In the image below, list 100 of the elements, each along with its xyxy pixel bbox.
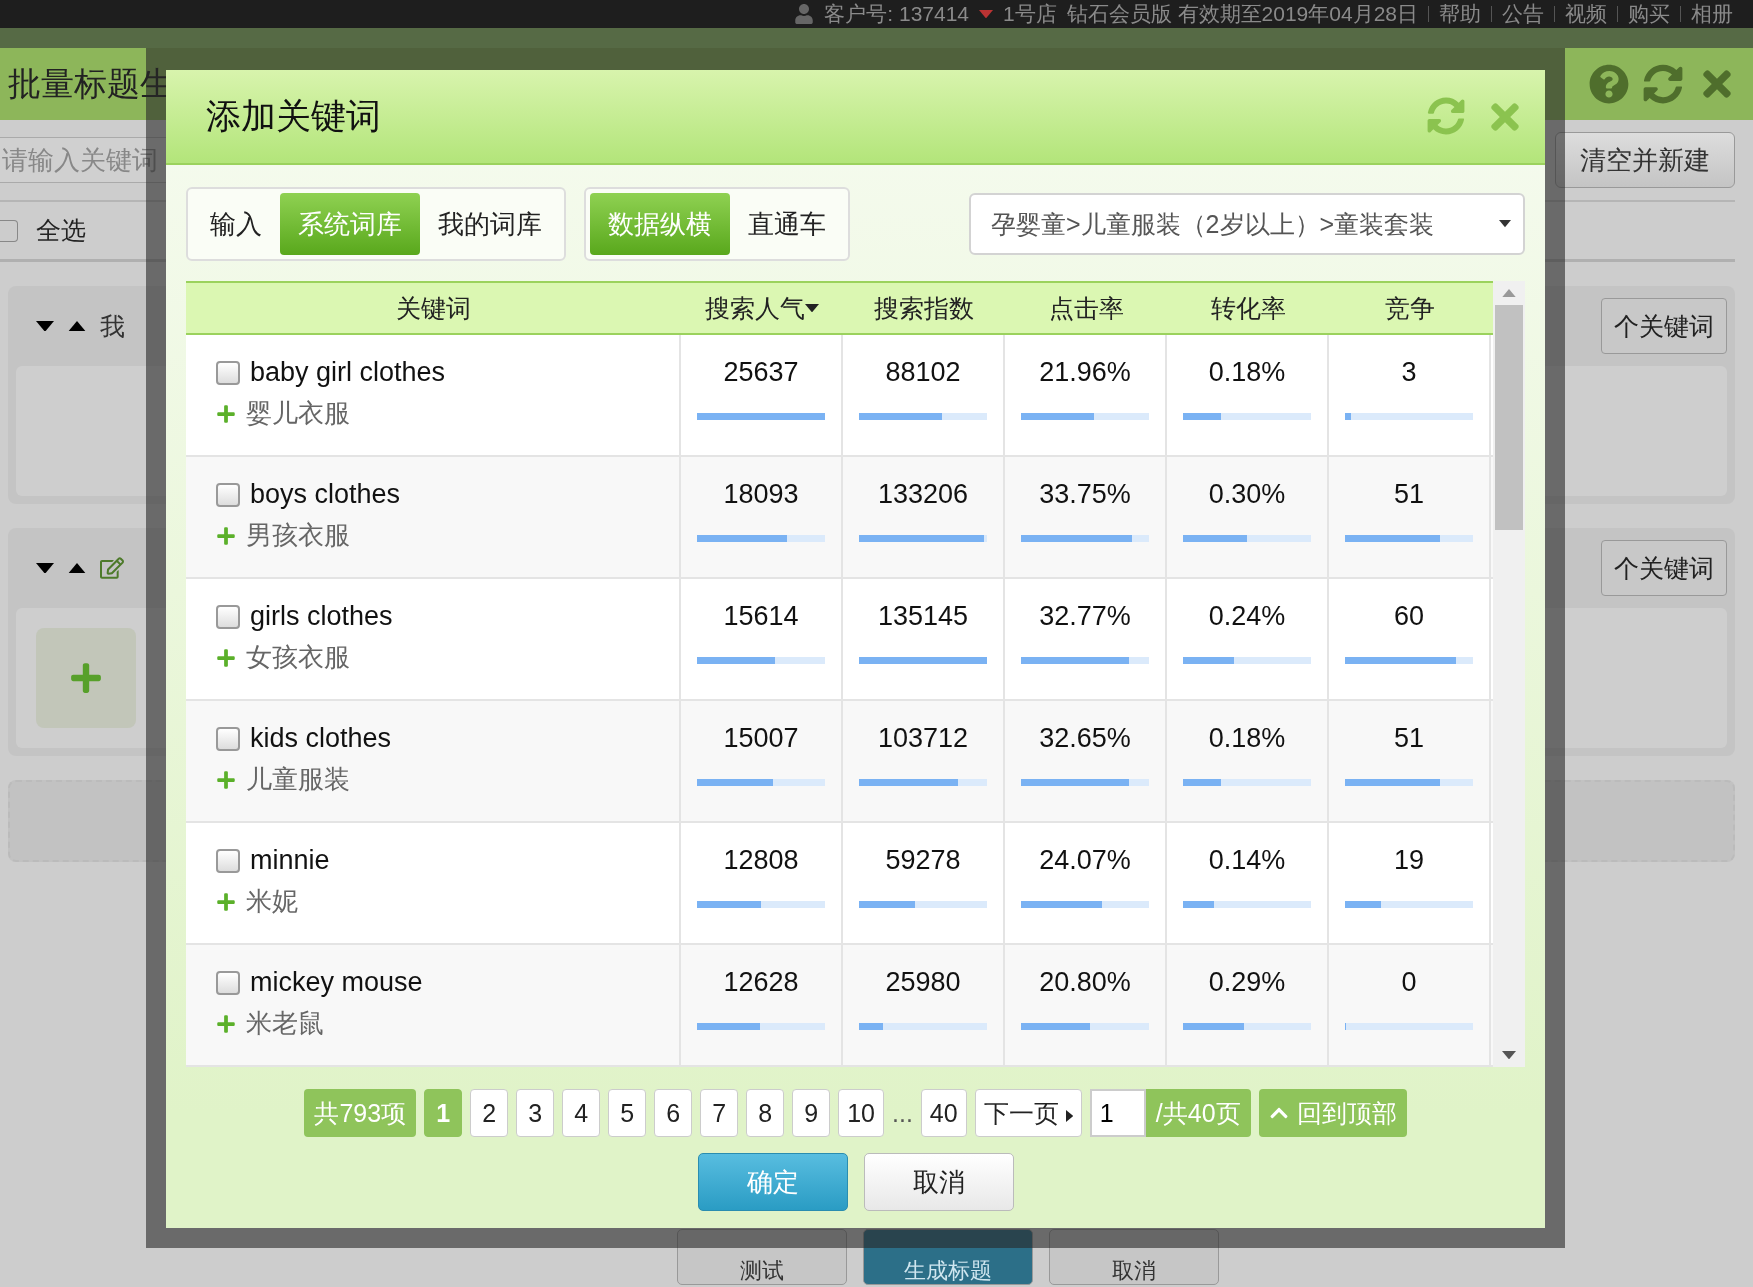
page-button[interactable]: 10 xyxy=(838,1089,884,1137)
source-tab[interactable]: 我的词库 xyxy=(420,193,560,255)
caret-down-icon[interactable] xyxy=(36,320,54,332)
metric-value: 0.14% xyxy=(1208,845,1286,877)
cancel-button[interactable]: 取消 xyxy=(863,1153,1014,1211)
page-count: /共40页 xyxy=(1145,1089,1251,1137)
metric-value: 0.18% xyxy=(1208,357,1286,389)
column-header[interactable]: 点击率 xyxy=(1005,291,1167,325)
page-button[interactable]: 8 xyxy=(746,1089,785,1137)
source-tab[interactable]: 输入 xyxy=(192,193,280,255)
row-checkbox[interactable] xyxy=(216,604,240,629)
data-tab[interactable]: 直通车 xyxy=(730,193,844,255)
keyword-text: kids clothes xyxy=(250,723,392,754)
scrollbar[interactable] xyxy=(1493,281,1525,1067)
metric-value: 88102 xyxy=(885,357,961,389)
metric-value: 25980 xyxy=(885,967,961,999)
keyword-text: boys clothes xyxy=(250,479,401,510)
row-checkbox[interactable] xyxy=(216,726,240,751)
help-icon[interactable] xyxy=(1589,64,1629,104)
metric-value: 51 xyxy=(1393,723,1424,755)
row-checkbox[interactable] xyxy=(216,482,240,507)
select-all-checkbox[interactable] xyxy=(0,219,18,242)
add-icon[interactable] xyxy=(216,1013,236,1034)
column-header[interactable]: 搜索人气 xyxy=(681,291,843,325)
refresh-icon[interactable] xyxy=(1643,64,1683,104)
page-button[interactable]: 3 xyxy=(516,1089,555,1137)
metric-value: 0.18% xyxy=(1208,723,1286,755)
scroll-up-icon[interactable] xyxy=(1502,289,1516,298)
edition-text: 钻石会员版 有效期至2019年04月28日 xyxy=(1066,1,1418,27)
metric-value: 133206 xyxy=(877,479,969,511)
metric-value: 12628 xyxy=(723,967,799,999)
page-button[interactable]: 2 xyxy=(470,1089,509,1137)
metric-value: 0.24% xyxy=(1208,601,1286,633)
column-header[interactable]: 关键词 xyxy=(186,291,681,325)
translation-text: 婴儿衣服 xyxy=(246,397,350,430)
translation-text: 男孩衣服 xyxy=(246,519,350,552)
keyword-count-button[interactable]: 个关键词 xyxy=(1601,298,1727,354)
add-tile[interactable] xyxy=(36,628,136,728)
row-checkbox[interactable] xyxy=(216,848,240,873)
top-link[interactable]: 相册 xyxy=(1691,1,1733,27)
add-icon[interactable] xyxy=(216,525,236,546)
page-button[interactable]: 6 xyxy=(654,1089,693,1137)
page-button[interactable]: 4 xyxy=(562,1089,601,1137)
caret-down-icon[interactable] xyxy=(36,562,54,574)
metric-value: 135145 xyxy=(877,601,969,633)
top-link[interactable]: 视频 xyxy=(1565,1,1607,27)
dialog-title: 添加关键词 xyxy=(206,95,381,137)
top-link[interactable]: 公告 xyxy=(1502,1,1544,27)
metric-value: 21.96% xyxy=(1039,357,1131,389)
row-checkbox[interactable] xyxy=(216,360,240,385)
metric-value: 60 xyxy=(1393,601,1424,633)
edit-icon[interactable] xyxy=(100,556,124,580)
keyword-text: minnie xyxy=(250,845,330,876)
background-button[interactable]: 测试 xyxy=(676,1229,847,1285)
metric-value: 103712 xyxy=(877,723,969,755)
page-button[interactable]: 5 xyxy=(608,1089,647,1137)
metric-value: 0.29% xyxy=(1208,967,1286,999)
add-icon[interactable] xyxy=(216,403,236,424)
add-icon[interactable] xyxy=(216,891,236,912)
metric-value: 15007 xyxy=(723,723,799,755)
metric-value: 0.30% xyxy=(1208,479,1286,511)
metric-value: 12808 xyxy=(723,845,799,877)
column-header[interactable]: 竞争 xyxy=(1329,291,1491,325)
keyword-text: mickey mouse xyxy=(250,967,423,998)
keyword-text: girls clothes xyxy=(250,601,393,632)
top-link[interactable]: 购买 xyxy=(1628,1,1670,27)
translation-text: 米老鼠 xyxy=(246,1007,324,1040)
page-button[interactable]: 9 xyxy=(792,1089,831,1137)
top-link[interactable]: 帮助 xyxy=(1439,1,1481,27)
metric-value: 3 xyxy=(1401,357,1417,389)
metric-value: 0 xyxy=(1401,967,1417,999)
page-button[interactable]: 7 xyxy=(700,1089,739,1137)
column-header[interactable]: 搜索指数 xyxy=(843,291,1005,325)
caret-right-icon xyxy=(1065,1109,1073,1122)
category-dropdown[interactable]: 孕婴童>儿童服装（2岁以上）>童装套装 xyxy=(969,193,1525,255)
dropdown-caret-icon xyxy=(1499,220,1511,228)
add-icon[interactable] xyxy=(216,647,236,668)
caret-up-icon[interactable] xyxy=(68,320,86,332)
metric-value: 32.77% xyxy=(1039,601,1131,633)
scroll-down-icon[interactable] xyxy=(1502,1050,1516,1059)
clear-button[interactable]: 清空并新建 xyxy=(1555,132,1735,188)
translation-text: 儿童服装 xyxy=(246,763,350,796)
keyword-count-button[interactable]: 个关键词 xyxy=(1601,540,1727,596)
next-page-button[interactable]: 下一页 xyxy=(974,1089,1082,1137)
select-all-label: 全选 xyxy=(36,215,86,246)
column-header[interactable]: 转化率 xyxy=(1167,291,1329,325)
total-count: 共793项 xyxy=(304,1089,417,1137)
refresh-icon[interactable] xyxy=(1427,96,1465,135)
page-input[interactable]: 1 xyxy=(1089,1089,1146,1137)
background-button[interactable]: 取消 xyxy=(1048,1229,1219,1285)
add-icon[interactable] xyxy=(216,769,236,790)
page-button[interactable]: 40 xyxy=(920,1089,967,1137)
metric-value: 25637 xyxy=(723,357,799,389)
row-checkbox[interactable] xyxy=(216,970,240,995)
metric-value: 24.07% xyxy=(1039,845,1131,877)
category-text: 孕婴童>儿童服装（2岁以上）>童装套装 xyxy=(991,208,1435,240)
background-button[interactable]: 生成标题 xyxy=(862,1229,1033,1285)
translation-text: 米妮 xyxy=(246,885,298,918)
metric-value: 15614 xyxy=(723,601,799,633)
caret-up-icon[interactable] xyxy=(68,562,86,574)
